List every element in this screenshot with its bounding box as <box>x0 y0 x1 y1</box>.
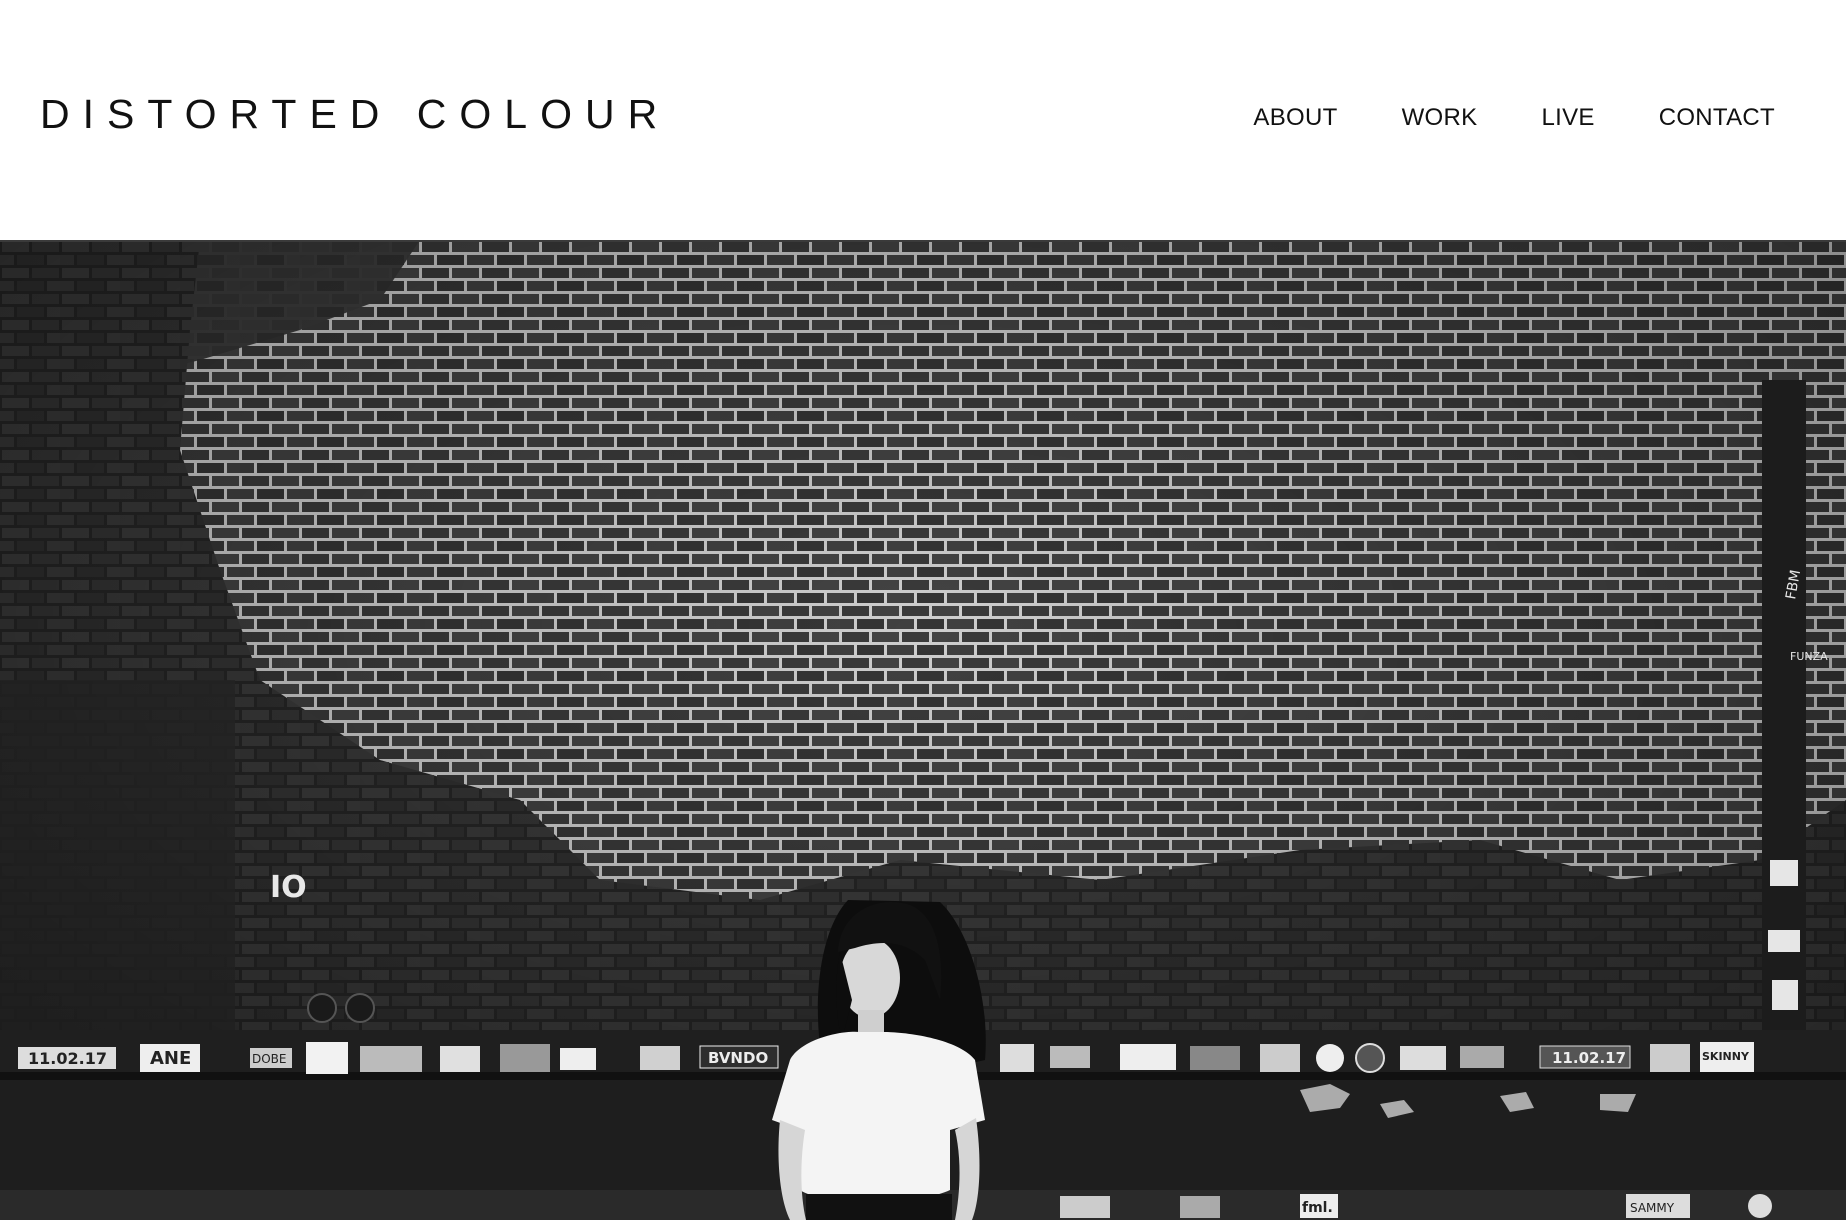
main-nav: ABOUT WORK LIVE CONTACT <box>1253 106 1775 130</box>
nav-item-contact[interactable]: CONTACT <box>1659 106 1775 130</box>
bottom-sticker-fml: fml. <box>1302 1200 1333 1216</box>
hero-photo-brick-wall: IO FBM FUNZA 11.02.17 ANE DOBE BVNDO 11.… <box>0 240 1846 1220</box>
nav-item-about[interactable]: ABOUT <box>1253 106 1337 130</box>
bottom-sticker-sammy: SAMMY <box>1630 1201 1675 1215</box>
nav-item-work[interactable]: WORK <box>1402 106 1478 130</box>
post-sticker-funza: FUNZA <box>1790 650 1828 663</box>
wall-graffiti-tag: IO <box>270 870 307 905</box>
site-header: DISTORTED COLOUR ABOUT WORK LIVE CONTACT <box>0 0 1846 240</box>
rail-sticker-dobe: DOBE <box>252 1052 287 1066</box>
rail-sticker-date-2: 11.02.17 <box>1552 1049 1626 1067</box>
rail-sticker-bvndo: BVNDO <box>708 1049 768 1067</box>
rail-sticker-skinny: SKINNY <box>1702 1050 1750 1063</box>
rail-sticker-date-1: 11.02.17 <box>28 1049 107 1068</box>
hero-image: IO FBM FUNZA 11.02.17 ANE DOBE BVNDO 11.… <box>0 240 1846 1220</box>
site-title[interactable]: DISTORTED COLOUR <box>40 94 670 135</box>
nav-item-live[interactable]: LIVE <box>1541 106 1594 130</box>
rail-sticker-ane: ANE <box>150 1048 191 1069</box>
